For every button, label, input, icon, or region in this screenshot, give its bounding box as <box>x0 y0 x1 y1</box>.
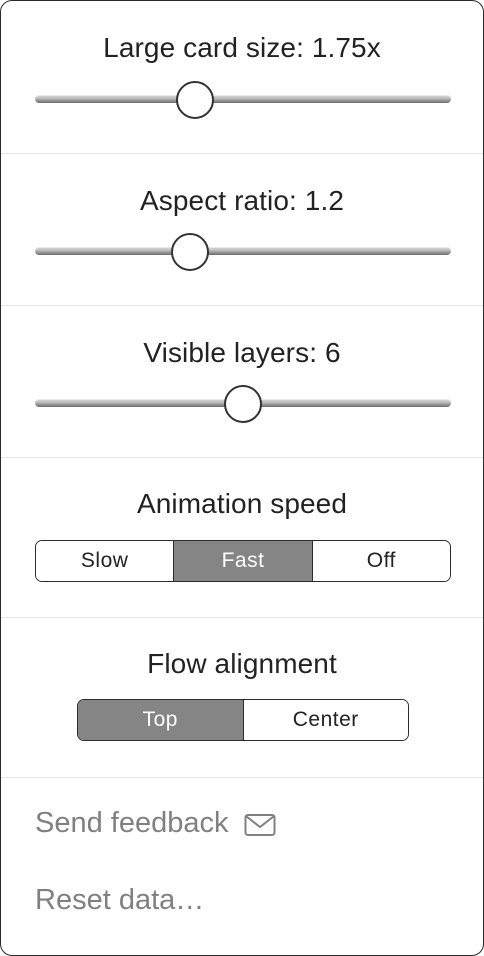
flow-alignment-center[interactable]: Center <box>243 700 408 740</box>
slider-track <box>35 95 451 103</box>
reset-data-label: Reset data… <box>35 884 205 916</box>
animation-speed-label: Animation speed <box>136 488 348 519</box>
flow-alignment-section: Flow alignment Top Center <box>1 618 483 778</box>
visible-layers-slider[interactable] <box>35 385 451 423</box>
card-size-label: Large card size: 1.75x <box>103 32 381 63</box>
settings-popover: Large card size: 1.75x Aspect ratio: 1.2… <box>0 0 484 956</box>
animation-speed-slow[interactable]: Slow <box>36 541 175 581</box>
send-feedback-label: Send feedback <box>35 807 229 839</box>
animation-speed-off[interactable]: Off <box>312 541 450 581</box>
animation-speed-fast[interactable]: Fast <box>174 541 313 581</box>
aspect-ratio-slider[interactable] <box>35 233 451 271</box>
flow-alignment-control: Top Center <box>77 699 409 741</box>
slider-thumb[interactable] <box>224 385 262 423</box>
animation-speed-control: Slow Fast Off <box>35 540 451 582</box>
visible-layers-section: Visible layers: 6 <box>1 306 483 458</box>
visible-layers-label: Visible layers: 6 <box>143 337 341 368</box>
slider-track <box>35 247 451 255</box>
card-size-slider[interactable] <box>35 81 451 119</box>
animation-speed-section: Animation speed Slow Fast Off <box>1 458 483 618</box>
flow-alignment-label: Flow alignment <box>147 648 337 679</box>
envelope-icon <box>244 812 276 836</box>
flow-alignment-top[interactable]: Top <box>78 700 244 740</box>
reset-data-link[interactable]: Reset data… <box>35 884 204 917</box>
card-size-section: Large card size: 1.75x <box>1 1 483 154</box>
slider-thumb[interactable] <box>176 81 215 119</box>
aspect-ratio-label: Aspect ratio: 1.2 <box>139 185 345 216</box>
slider-thumb[interactable] <box>170 233 209 271</box>
send-feedback-link[interactable]: Send feedback <box>35 807 276 840</box>
aspect-ratio-section: Aspect ratio: 1.2 <box>1 154 483 306</box>
